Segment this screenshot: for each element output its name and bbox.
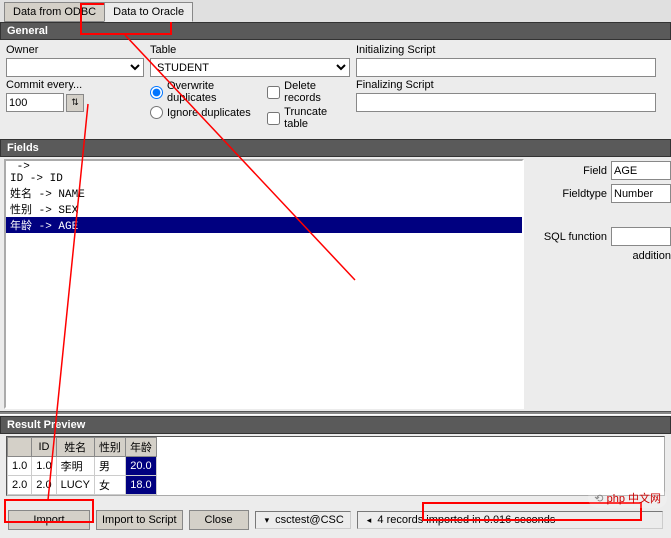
fieldtype-label: Fieldtype bbox=[562, 188, 607, 200]
ignore-radio[interactable] bbox=[150, 106, 163, 119]
field-properties: Field Fieldtype SQL function addition bbox=[528, 157, 671, 411]
delete-checkbox[interactable] bbox=[267, 86, 280, 99]
owner-select[interactable] bbox=[6, 58, 144, 77]
sql-function-input[interactable] bbox=[611, 227, 671, 246]
tab-data-to-oracle[interactable]: Data to Oracle bbox=[104, 2, 193, 22]
import-button[interactable]: Import bbox=[8, 510, 90, 530]
list-item[interactable]: -> bbox=[6, 161, 522, 173]
tab-bar: Data from ODBC Data to Oracle bbox=[0, 0, 671, 22]
table-select[interactable]: STUDENT bbox=[150, 58, 350, 77]
final-script-input[interactable] bbox=[356, 93, 656, 112]
list-item[interactable]: ID -> ID bbox=[6, 173, 522, 185]
field-input[interactable] bbox=[611, 161, 671, 180]
commit-input[interactable] bbox=[6, 93, 64, 112]
section-header-fields: Fields bbox=[0, 139, 671, 157]
final-script-label: Finalizing Script bbox=[356, 79, 656, 91]
table-header-row: ID 姓名 性别 年龄 bbox=[8, 438, 157, 457]
connection-status: ▾ csctest@CSC bbox=[255, 511, 351, 529]
col-id: ID bbox=[32, 438, 56, 457]
tab-data-from-odbc[interactable]: Data from ODBC bbox=[4, 2, 105, 22]
fields-list[interactable]: -> ID -> ID 姓名 -> NAME 性别 -> SEX 年龄 -> A… bbox=[4, 159, 524, 409]
dropdown-icon[interactable]: ▾ bbox=[262, 515, 273, 525]
field-label: Field bbox=[583, 165, 607, 177]
col-age: 年龄 bbox=[125, 438, 156, 457]
owner-label: Owner bbox=[6, 44, 144, 56]
section-header-general: General bbox=[0, 22, 671, 40]
import-script-button[interactable]: Import to Script bbox=[96, 510, 183, 530]
bottom-toolbar: Import Import to Script Close ▾ csctest@… bbox=[0, 506, 671, 534]
close-button[interactable]: Close bbox=[189, 510, 249, 530]
col-sex: 性别 bbox=[94, 438, 125, 457]
truncate-label: Truncate table bbox=[284, 106, 350, 130]
commit-picker-button[interactable]: ⇅ bbox=[66, 94, 84, 112]
col-blank bbox=[8, 438, 32, 457]
init-script-input[interactable] bbox=[356, 58, 656, 77]
sql-function-label: SQL function bbox=[544, 231, 607, 243]
status-icon: ◂ bbox=[364, 515, 375, 525]
list-item[interactable]: 姓名 -> NAME bbox=[6, 185, 522, 201]
additional-label: addition bbox=[632, 250, 671, 262]
section-header-result: Result Preview bbox=[0, 416, 671, 434]
table-label: Table bbox=[150, 44, 350, 56]
fields-panel: -> ID -> ID 姓名 -> NAME 性别 -> SEX 年龄 -> A… bbox=[0, 157, 671, 411]
list-item[interactable]: 性别 -> SEX bbox=[6, 201, 522, 217]
divider bbox=[0, 411, 671, 415]
table-row[interactable]: 2.0 2.0 LUCY 女 18.0 bbox=[8, 476, 157, 495]
commit-label: Commit every... bbox=[6, 79, 144, 91]
general-panel: Owner Commit every... ⇅ Table STUDENT Ov… bbox=[0, 40, 671, 139]
table-row[interactable]: 1.0 1.0 李明 男 20.0 bbox=[8, 457, 157, 476]
overwrite-radio[interactable] bbox=[150, 86, 163, 99]
truncate-checkbox[interactable] bbox=[267, 112, 280, 125]
watermark: ⟲ php 中文网 bbox=[588, 488, 667, 508]
overwrite-label: Overwrite duplicates bbox=[167, 80, 259, 104]
init-script-label: Initializing Script bbox=[356, 44, 656, 56]
col-name: 姓名 bbox=[56, 438, 94, 457]
delete-label: Delete records bbox=[284, 80, 350, 104]
result-table: ID 姓名 性别 年龄 1.0 1.0 李明 男 20.0 2.0 2.0 LU… bbox=[6, 436, 665, 496]
list-item-selected[interactable]: 年龄 -> AGE bbox=[6, 217, 522, 233]
ignore-label: Ignore duplicates bbox=[167, 107, 251, 119]
fieldtype-input[interactable] bbox=[611, 184, 671, 203]
import-status: ◂ 4 records imported in 0.016 seconds bbox=[357, 511, 663, 529]
